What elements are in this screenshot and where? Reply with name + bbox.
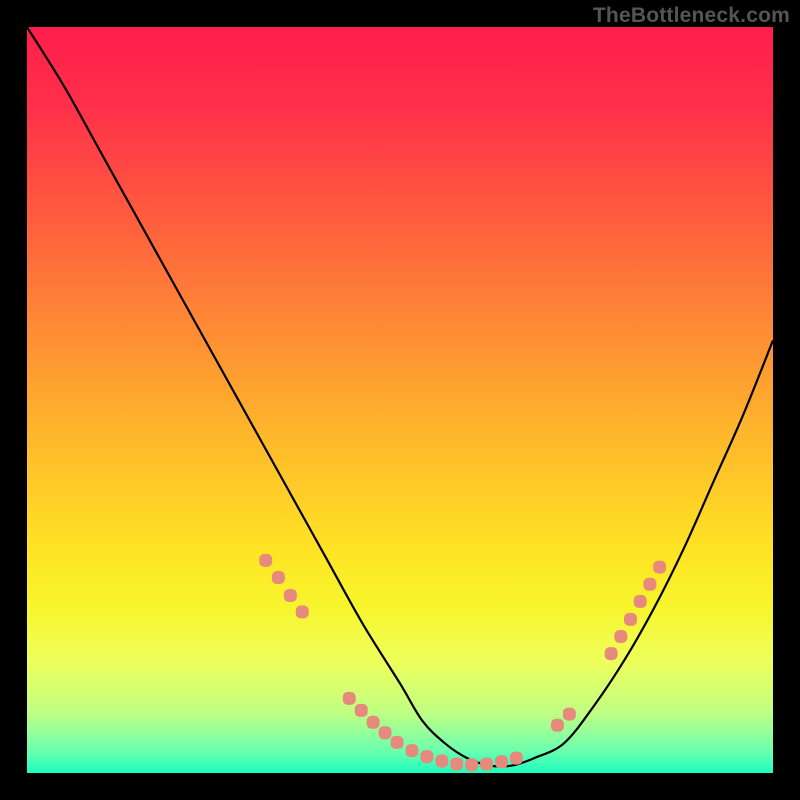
highlight-dot [379,726,392,739]
highlight-dot [624,613,637,626]
highlight-dot [420,750,433,763]
highlight-dot [259,554,272,567]
highlight-dots [259,554,666,771]
highlight-dot [614,630,627,643]
highlight-dot [653,561,666,574]
bottleneck-curve [27,27,773,766]
highlight-dot [495,755,508,768]
highlight-dot [272,571,285,584]
chart-frame: TheBottleneck.com [0,0,800,800]
highlight-dot [296,605,309,618]
highlight-dot [643,578,656,591]
highlight-dot [480,758,493,771]
highlight-dot [634,595,647,608]
highlight-dot [355,704,368,717]
highlight-dot [605,647,618,660]
highlight-dot [465,758,478,771]
highlight-dot [367,716,380,729]
highlight-dot [284,589,297,602]
bottleneck-curve-svg [27,27,773,773]
plot-area [27,27,773,773]
curve-path-group [27,27,773,766]
highlight-dot [510,752,523,765]
highlight-dot [551,719,564,732]
watermark-text: TheBottleneck.com [593,4,790,28]
highlight-dot [343,692,356,705]
highlight-dot [405,744,418,757]
highlight-dot [450,758,463,771]
highlight-dot [435,755,448,768]
highlight-dot [391,736,404,749]
highlight-dot [563,708,576,721]
